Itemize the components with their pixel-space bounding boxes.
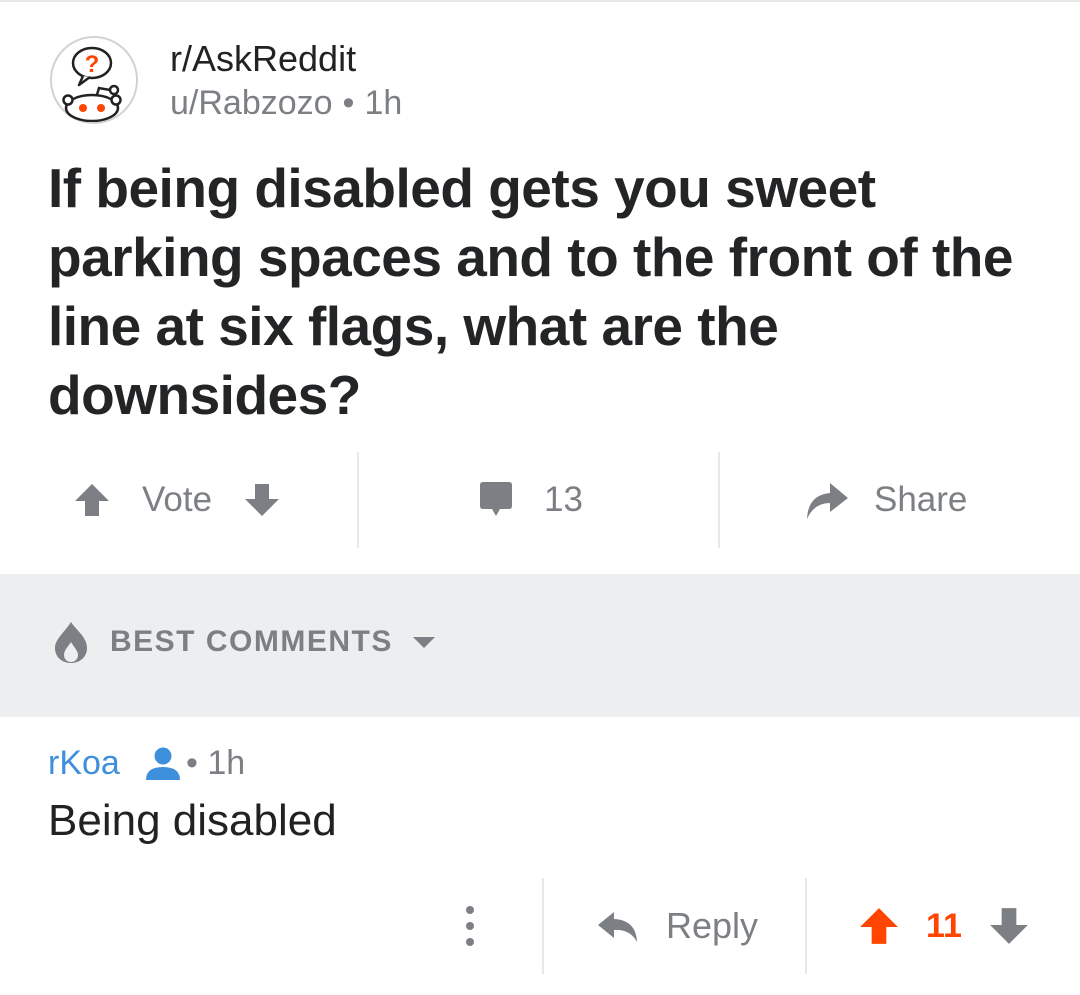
comment-vote-control: 11 [858,878,1030,974]
top-divider [0,0,1080,2]
chevron-down-icon [412,637,435,648]
reply-label: Reply [666,905,759,946]
comment-age: 1h [207,744,246,782]
comment-action-bar: Reply 11 [0,878,1080,974]
flame-icon [55,622,87,663]
downvote-arrow-icon[interactable] [242,480,282,520]
meta-separator: • [342,84,355,122]
comment-body: Being disabled [48,796,337,845]
share-button[interactable]: Share [804,452,967,548]
comment-sort-dropdown[interactable]: BEST COMMENTS [52,620,437,664]
subreddit-avatar[interactable]: ? [50,36,138,124]
comments-button[interactable]: 13 [476,452,583,548]
upvote-arrow-icon[interactable] [72,480,112,520]
comment-meta: • 1h [186,744,245,783]
svg-text:?: ? [85,51,100,78]
upvote-arrow-icon[interactable] [858,905,900,947]
more-options-icon[interactable] [462,906,478,946]
meta-separator: • [186,744,198,782]
user-icon [146,747,180,780]
downvote-arrow-icon[interactable] [988,905,1030,947]
sort-label: BEST COMMENTS [110,625,393,658]
share-label: Share [874,480,968,519]
share-arrow-icon [807,483,848,519]
comment-score: 11 [926,906,962,945]
post-meta: u/Rabzozo • 1h [170,84,402,123]
action-divider [357,452,359,548]
comment-author[interactable]: rKoa [48,744,120,783]
action-divider [805,878,807,974]
vote-label: Vote [142,480,213,519]
action-divider [718,452,720,548]
post-age: 1h [364,84,403,122]
comment-count: 13 [544,480,583,519]
post-action-bar: Vote 13 Share [0,452,1080,548]
reply-button[interactable]: Reply [596,878,758,974]
post-author[interactable]: u/Rabzozo [170,84,333,122]
comment-bubble-icon [480,482,512,516]
post-title: If being disabled gets you sweet parking… [48,157,1013,426]
reply-arrow-icon [598,912,637,942]
subreddit-name[interactable]: r/AskReddit [170,38,356,80]
action-divider [542,878,544,974]
askreddit-snoo-icon: ? [62,46,122,122]
vote-control: Vote [72,452,282,548]
